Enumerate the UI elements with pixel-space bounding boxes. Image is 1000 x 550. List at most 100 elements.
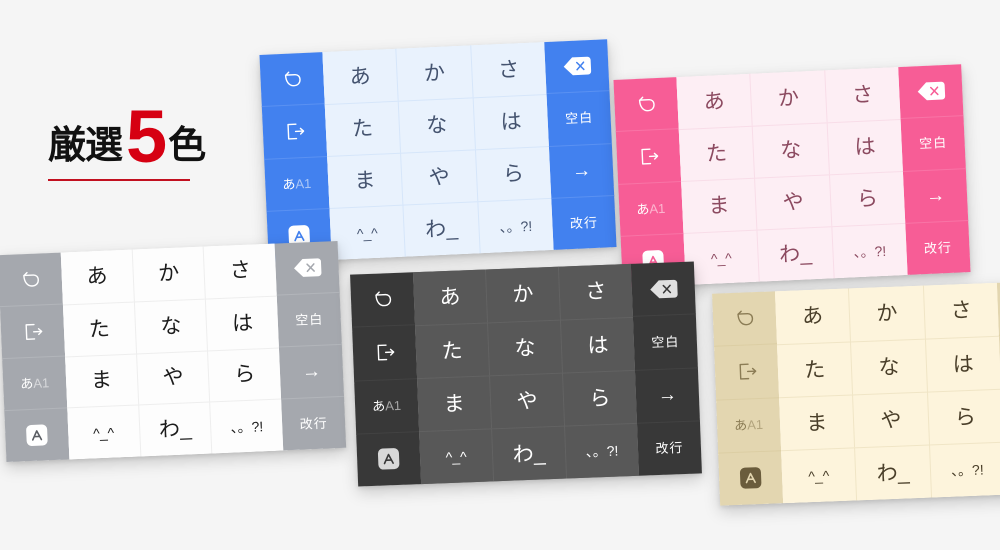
- keyboard-blue-key-3-1[interactable]: わ_: [402, 201, 480, 257]
- keyboard-dark-key-3-1[interactable]: わ_: [491, 425, 567, 482]
- keyboard-blue-return-key[interactable]: 改行: [551, 194, 617, 250]
- keyboard-blue-undo-key[interactable]: [259, 52, 324, 106]
- keyboard-dark-key-1-0[interactable]: た: [415, 322, 490, 379]
- keyboard-blue-key-1-1[interactable]: な: [398, 97, 475, 153]
- keyboard-dark-space-key[interactable]: 空白: [632, 313, 698, 370]
- keyboard-gray-return-key[interactable]: 改行: [281, 395, 347, 451]
- keyboard-blue-key-2-2[interactable]: ら: [474, 145, 552, 202]
- keyboard-pink-key-1-0[interactable]: た: [678, 125, 755, 182]
- keyboard-dark-key-3-2[interactable]: 、。?!: [564, 422, 639, 479]
- keyboard-dark-input-mode-key[interactable]: あA1: [354, 377, 420, 434]
- keyboard-dark-cursor-right-key[interactable]: →: [634, 366, 700, 423]
- keyboard-dark-return-key[interactable]: 改行: [636, 420, 702, 476]
- keyboard-dark-exit-key[interactable]: [352, 324, 418, 381]
- keyboard-pink[interactable]: あA1 あかさたなはまやら ^_^ わ_、。?! 空白 → 改行: [613, 64, 971, 288]
- keyboard-dark-key-3-0[interactable]: ^_^: [419, 428, 494, 485]
- keyboard-gray-input-mode-key[interactable]: あA1: [2, 355, 68, 411]
- keyboard-gray-key-3-0[interactable]: ^_^: [67, 404, 141, 460]
- keyboard-pink-key-2-0[interactable]: ま: [681, 177, 757, 233]
- keyboard-gray-key-2-0[interactable]: ま: [65, 353, 138, 408]
- keyboard-dark-undo-key[interactable]: [350, 272, 415, 327]
- keyboard-blue-key-0-0[interactable]: あ: [322, 48, 399, 105]
- keyboard-cream-key-0-2[interactable]: さ: [922, 282, 999, 339]
- keyboard-cream-key-2-1[interactable]: や: [852, 391, 929, 448]
- keyboard-pink-exit-key[interactable]: [615, 128, 682, 184]
- keyboard-gray-delete-key[interactable]: [275, 241, 340, 295]
- keyboard-blue-exit-key[interactable]: [261, 103, 328, 159]
- keyboard-blue-key-0-2[interactable]: さ: [469, 42, 547, 98]
- keyboard-cream-app-logo-key[interactable]: [718, 449, 784, 506]
- keyboard-cream-undo-key[interactable]: [712, 291, 777, 346]
- keyboard-blue-key-3-2[interactable]: 、。?!: [476, 197, 554, 254]
- keyboard-cream-key-3-2[interactable]: 、。?!: [928, 441, 1000, 498]
- keyboard-dark-key-1-1[interactable]: な: [486, 319, 562, 376]
- keyboard-pink-return-key[interactable]: 改行: [905, 219, 971, 275]
- keyboard-blue-key-0-1[interactable]: か: [395, 45, 473, 101]
- keyboard-gray-undo-key[interactable]: [0, 253, 63, 307]
- keyboard-dark-key-2-2[interactable]: ら: [561, 369, 637, 426]
- keyboard-cream-input-mode-key[interactable]: あA1: [716, 396, 782, 453]
- keyboard-dark-key-0-1[interactable]: か: [484, 266, 560, 323]
- keyboard-gray-cursor-right-key[interactable]: →: [278, 343, 345, 399]
- keyboard-pink-key-3-2[interactable]: 、。?!: [830, 222, 908, 279]
- keyboard-cream-key-1-0[interactable]: た: [777, 341, 853, 398]
- keyboard-gray-space-key[interactable]: 空白: [276, 291, 342, 347]
- keyboard-dark[interactable]: あA1 あかさたなはまやら ^_^ わ_、。?! 空白 → 改行: [350, 261, 702, 487]
- keyboard-dark-key-0-0[interactable]: あ: [413, 269, 487, 326]
- keyboard-blue-input-mode-key[interactable]: あA1: [264, 155, 330, 211]
- keyboard-blue-key-1-2[interactable]: は: [472, 94, 549, 150]
- keyboard-gray-key-1-2[interactable]: は: [205, 295, 279, 351]
- keyboard-dark-delete-key[interactable]: [631, 261, 696, 316]
- keyboard-blue-key-3-0[interactable]: ^_^: [329, 204, 406, 260]
- keyboard-pink-key-3-0[interactable]: ^_^: [683, 229, 760, 285]
- keyboard-blue-cursor-right-key[interactable]: →: [548, 142, 615, 198]
- keyboard-gray-key-1-1[interactable]: な: [133, 298, 208, 354]
- keyboard-cream-key-3-0[interactable]: ^_^: [781, 447, 857, 504]
- keyboard-blue-key-2-0[interactable]: ま: [327, 152, 403, 208]
- keyboard-gray-key-3-2[interactable]: 、。?!: [209, 398, 284, 454]
- keyboard-blue-key-1-0[interactable]: た: [324, 100, 401, 157]
- keyboard-gray-key-2-2[interactable]: ら: [207, 347, 282, 402]
- keyboard-gray-app-logo-key[interactable]: [4, 407, 70, 463]
- keyboard-gray[interactable]: あA1 あかさたなはまやら ^_^ わ_、。?! 空白 → 改行: [0, 240, 347, 463]
- keyboard-cream-exit-key[interactable]: [714, 343, 780, 400]
- keyboard-blue-space-key[interactable]: 空白: [546, 90, 612, 146]
- keyboard-cream[interactable]: あA1あかさたなはまやら^_^わ_、。?!空白→改行: [712, 280, 1000, 506]
- keyboard-dark-key-1-2[interactable]: は: [559, 316, 635, 373]
- keyboard-dark-app-logo-key[interactable]: [356, 430, 422, 487]
- keyboard-gray-key-0-2[interactable]: さ: [202, 243, 277, 299]
- keyboard-pink-key-1-1[interactable]: な: [752, 122, 829, 178]
- keyboard-gray-key-2-1[interactable]: や: [135, 350, 210, 405]
- keyboard-gray-exit-key[interactable]: [0, 303, 66, 359]
- keyboard-dark-key-2-1[interactable]: や: [489, 372, 565, 429]
- keyboard-blue-key-2-1[interactable]: や: [400, 149, 477, 205]
- keyboard-pink-delete-key[interactable]: [898, 64, 963, 118]
- keyboard-pink-key-2-2[interactable]: ら: [828, 170, 906, 227]
- keyboard-dark-key-0-2[interactable]: さ: [557, 263, 633, 320]
- keyboard-gray-key-0-1[interactable]: か: [131, 246, 206, 302]
- keyboard-blue-delete-key[interactable]: [544, 39, 609, 93]
- keyboard-pink-cursor-right-key[interactable]: →: [902, 167, 969, 223]
- keyboard-dark-key-2-0[interactable]: ま: [417, 375, 492, 432]
- keyboard-blue[interactable]: あA1 あかさたなはまやら ^_^ わ_、。?! 空白 → 改行: [259, 39, 617, 263]
- keyboard-pink-key-0-0[interactable]: あ: [676, 73, 753, 130]
- keyboard-gray-key-3-1[interactable]: わ_: [137, 401, 212, 457]
- keyboard-cream-key-2-2[interactable]: ら: [926, 388, 1000, 445]
- keyboard-cream-key-1-1[interactable]: な: [850, 338, 927, 395]
- keyboard-pink-key-2-1[interactable]: や: [754, 174, 831, 230]
- keyboard-pink-input-mode-key[interactable]: あA1: [618, 180, 684, 236]
- keyboard-gray-key-0-0[interactable]: あ: [60, 249, 134, 305]
- keyboard-cream-key-0-0[interactable]: あ: [775, 288, 851, 345]
- keyboard-pink-key-0-2[interactable]: さ: [823, 67, 901, 123]
- input-mode-secondary: A1: [295, 175, 312, 192]
- keyboard-cream-key-2-0[interactable]: ま: [779, 394, 855, 451]
- keyboard-pink-key-0-1[interactable]: か: [749, 70, 827, 126]
- keyboard-gray-key-1-0[interactable]: た: [62, 301, 136, 356]
- keyboard-cream-key-1-2[interactable]: は: [924, 335, 1000, 392]
- keyboard-pink-key-3-1[interactable]: わ_: [756, 226, 834, 282]
- keyboard-pink-key-1-2[interactable]: は: [826, 119, 903, 175]
- keyboard-pink-space-key[interactable]: 空白: [900, 115, 966, 171]
- keyboard-pink-undo-key[interactable]: [613, 77, 678, 131]
- keyboard-cream-key-0-1[interactable]: か: [848, 285, 925, 342]
- keyboard-cream-key-3-1[interactable]: わ_: [854, 444, 931, 501]
